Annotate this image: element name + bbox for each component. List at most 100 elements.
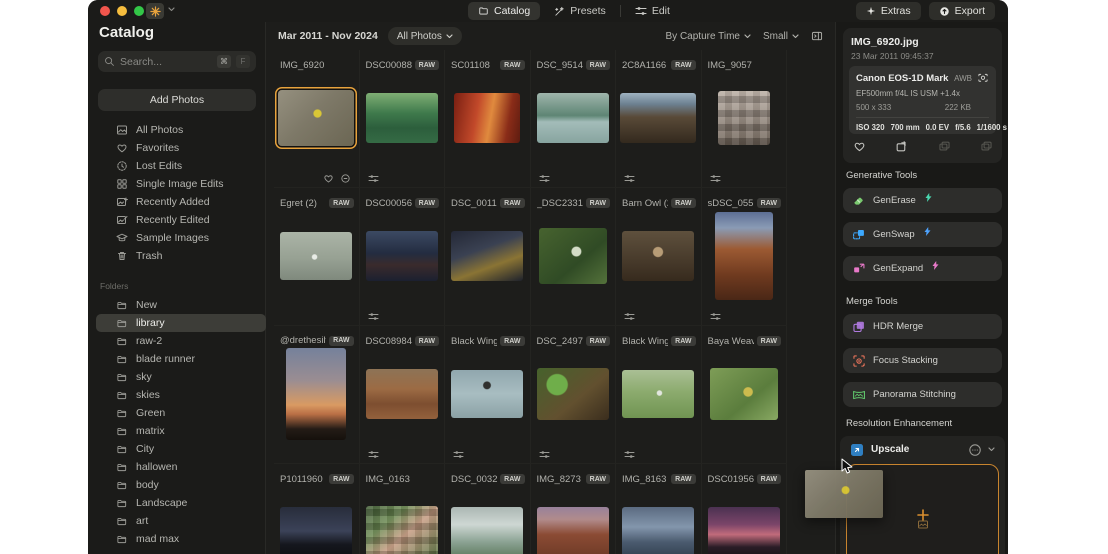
photo-cell-dsc2331[interactable]: _DSC2331 RAW bbox=[531, 188, 617, 326]
photo-thumbnail[interactable] bbox=[366, 93, 438, 143]
photo-cell-dsc08984[interactable]: DSC08984 RAW bbox=[360, 326, 446, 464]
panorama-stitching-button[interactable]: Panorama Stitching bbox=[843, 382, 1002, 407]
photo-thumbnail[interactable] bbox=[451, 231, 523, 281]
photo-cell-dsc-0011[interactable]: DSC_0011 RAW bbox=[445, 188, 531, 326]
photo-cell-img-6920[interactable]: IMG_6920 bbox=[274, 50, 360, 188]
minimize-window-button[interactable] bbox=[117, 6, 127, 16]
app-menu-button[interactable] bbox=[146, 3, 164, 19]
folder-item-landscape[interactable]: Landscape bbox=[88, 494, 266, 512]
close-window-button[interactable] bbox=[100, 6, 110, 16]
folder-item-blade-runner[interactable]: blade runner bbox=[88, 350, 266, 368]
photo-thumbnail[interactable] bbox=[537, 93, 609, 143]
photo-thumbnail[interactable] bbox=[622, 370, 694, 418]
dragged-thumbnail[interactable] bbox=[805, 470, 883, 518]
paste-adjustments-icon[interactable] bbox=[980, 140, 993, 153]
photo-thumbnail[interactable] bbox=[286, 348, 346, 440]
photo-cell-baya-weaver-3[interactable]: Baya Weaver (3) RAW bbox=[702, 326, 788, 464]
photo-cell-img-8163[interactable]: IMG_8163 RAW bbox=[616, 464, 702, 554]
photo-cell-drethesilva-2[interactable]: @drethesilva-2 RAW bbox=[274, 326, 360, 464]
folder-item-raw-2[interactable]: raw-2 bbox=[88, 332, 266, 350]
sidebar-item-recently-added[interactable]: Recently Added bbox=[88, 193, 266, 211]
photo-thumbnail[interactable] bbox=[710, 368, 778, 420]
hdr-merge-button[interactable]: HDR Merge bbox=[843, 314, 1002, 339]
photo-thumbnail[interactable] bbox=[539, 228, 607, 284]
photo-cell-dsc00088-1[interactable]: DSC00088(1) RAW bbox=[360, 50, 446, 188]
photo-cell-sdsc-0557[interactable]: sDSC_0557 RAW bbox=[702, 188, 788, 326]
photo-thumbnail[interactable] bbox=[366, 369, 438, 419]
folder-item-city[interactable]: City bbox=[88, 440, 266, 458]
maximize-window-button[interactable] bbox=[134, 6, 144, 16]
photo-thumbnail[interactable] bbox=[622, 231, 694, 281]
photo-thumbnail[interactable] bbox=[620, 93, 696, 143]
photo-thumbnail[interactable] bbox=[537, 507, 609, 554]
folder-item-body[interactable]: body bbox=[88, 476, 266, 494]
photo-thumbnail[interactable] bbox=[280, 232, 352, 280]
thumbnail-size-dropdown[interactable]: Small bbox=[763, 31, 799, 42]
photo-cell-dsc-2497[interactable]: DSC_2497 RAW bbox=[531, 326, 617, 464]
folder-item-sky[interactable]: sky bbox=[88, 368, 266, 386]
folder-item-new[interactable]: New bbox=[88, 296, 266, 314]
folder-item-mad-max[interactable]: mad max bbox=[88, 530, 266, 548]
photo-cell-egret-2[interactable]: Egret (2) RAW bbox=[274, 188, 360, 326]
focus-stacking-button[interactable]: Focus Stacking bbox=[843, 348, 1002, 373]
photo-thumbnail[interactable] bbox=[451, 370, 523, 418]
photo-cell-sc01108[interactable]: SC01108 RAW bbox=[445, 50, 531, 188]
genswap-button[interactable]: GenSwap bbox=[843, 222, 1002, 247]
upscale-options-icon[interactable] bbox=[968, 443, 981, 456]
photo-cell-black-winged-s[interactable]: Black Winged S RAW bbox=[616, 326, 702, 464]
reject-icon[interactable] bbox=[340, 173, 351, 184]
rotate-icon[interactable] bbox=[895, 140, 908, 153]
photo-cell-img-9057[interactable]: IMG_9057 bbox=[702, 50, 788, 188]
folder-item-art[interactable]: art bbox=[88, 512, 266, 530]
genexpand-button[interactable]: GenExpand bbox=[843, 256, 1002, 281]
photo-thumbnail[interactable] bbox=[366, 506, 438, 554]
photo-cell-barn-owl-2[interactable]: Barn Owl (2) RAW bbox=[616, 188, 702, 326]
folder-item-skies[interactable]: skies bbox=[88, 386, 266, 404]
photo-thumbnail[interactable] bbox=[718, 91, 770, 145]
add-photos-button[interactable]: Add Photos bbox=[98, 89, 256, 111]
photo-thumbnail[interactable] bbox=[280, 507, 352, 554]
extras-button[interactable]: Extras bbox=[856, 2, 921, 20]
photo-thumbnail[interactable] bbox=[537, 368, 609, 420]
tab-catalog[interactable]: Catalog bbox=[468, 2, 540, 20]
photo-thumbnail[interactable] bbox=[622, 507, 694, 554]
photo-cell-dsc-0032-2[interactable]: DSC_0032-2 RAW bbox=[445, 464, 531, 554]
photo-cell-dsc01956[interactable]: DSC01956 RAW bbox=[702, 464, 788, 554]
tab-presets[interactable]: Presets bbox=[544, 2, 616, 20]
photo-thumbnail[interactable] bbox=[715, 212, 773, 300]
chevron-down-icon[interactable] bbox=[988, 447, 995, 452]
sort-dropdown[interactable]: By Capture Time bbox=[666, 31, 751, 42]
favorite-icon[interactable] bbox=[853, 140, 866, 153]
photo-cell-img-0163[interactable]: IMG_0163 bbox=[360, 464, 446, 554]
search-input[interactable]: Search... ⌘ F bbox=[98, 51, 256, 72]
photo-thumbnail[interactable] bbox=[454, 93, 520, 143]
photo-cell-img-8273[interactable]: IMG_8273 RAW bbox=[531, 464, 617, 554]
folder-item-hallowen[interactable]: hallowen bbox=[88, 458, 266, 476]
sidebar-item-single-image-edits[interactable]: Single Image Edits bbox=[88, 175, 266, 193]
tab-edit[interactable]: Edit bbox=[625, 2, 680, 20]
photo-cell-p1011960[interactable]: P1011960 RAW bbox=[274, 464, 360, 554]
photo-thumbnail[interactable] bbox=[366, 231, 438, 281]
photo-thumbnail[interactable] bbox=[451, 507, 523, 554]
sidebar-item-sample-images[interactable]: Sample Images bbox=[88, 229, 266, 247]
favorite-icon[interactable] bbox=[323, 173, 334, 184]
photo-cell-dsc00056[interactable]: DSC00056 RAW bbox=[360, 188, 446, 326]
copy-adjustments-icon[interactable] bbox=[938, 140, 951, 153]
photo-cell-2c8a1166[interactable]: 2C8A1166 RAW bbox=[616, 50, 702, 188]
sidebar-item-recently-edited[interactable]: Recently Edited bbox=[88, 211, 266, 229]
panel-toggle-icon[interactable] bbox=[811, 31, 823, 42]
folder-item-matrix[interactable]: matrix bbox=[88, 422, 266, 440]
photo-cell-dsc-9514[interactable]: DSC_9514 RAW bbox=[531, 50, 617, 188]
folder-item-library[interactable]: library bbox=[96, 314, 266, 332]
filter-dropdown[interactable]: All Photos bbox=[388, 27, 462, 45]
photo-thumbnail[interactable] bbox=[708, 507, 780, 554]
export-button[interactable]: Export bbox=[929, 2, 995, 20]
generase-button[interactable]: GenErase bbox=[843, 188, 1002, 213]
sidebar-item-favorites[interactable]: Favorites bbox=[88, 139, 266, 157]
chevron-down-icon[interactable] bbox=[168, 7, 175, 12]
photo-thumbnail[interactable] bbox=[278, 90, 354, 146]
sidebar-item-trash[interactable]: Trash bbox=[88, 247, 266, 265]
folder-item-green[interactable]: Green bbox=[88, 404, 266, 422]
sidebar-item-all-photos[interactable]: All Photos bbox=[88, 121, 266, 139]
sidebar-item-lost-edits[interactable]: Lost Edits bbox=[88, 157, 266, 175]
